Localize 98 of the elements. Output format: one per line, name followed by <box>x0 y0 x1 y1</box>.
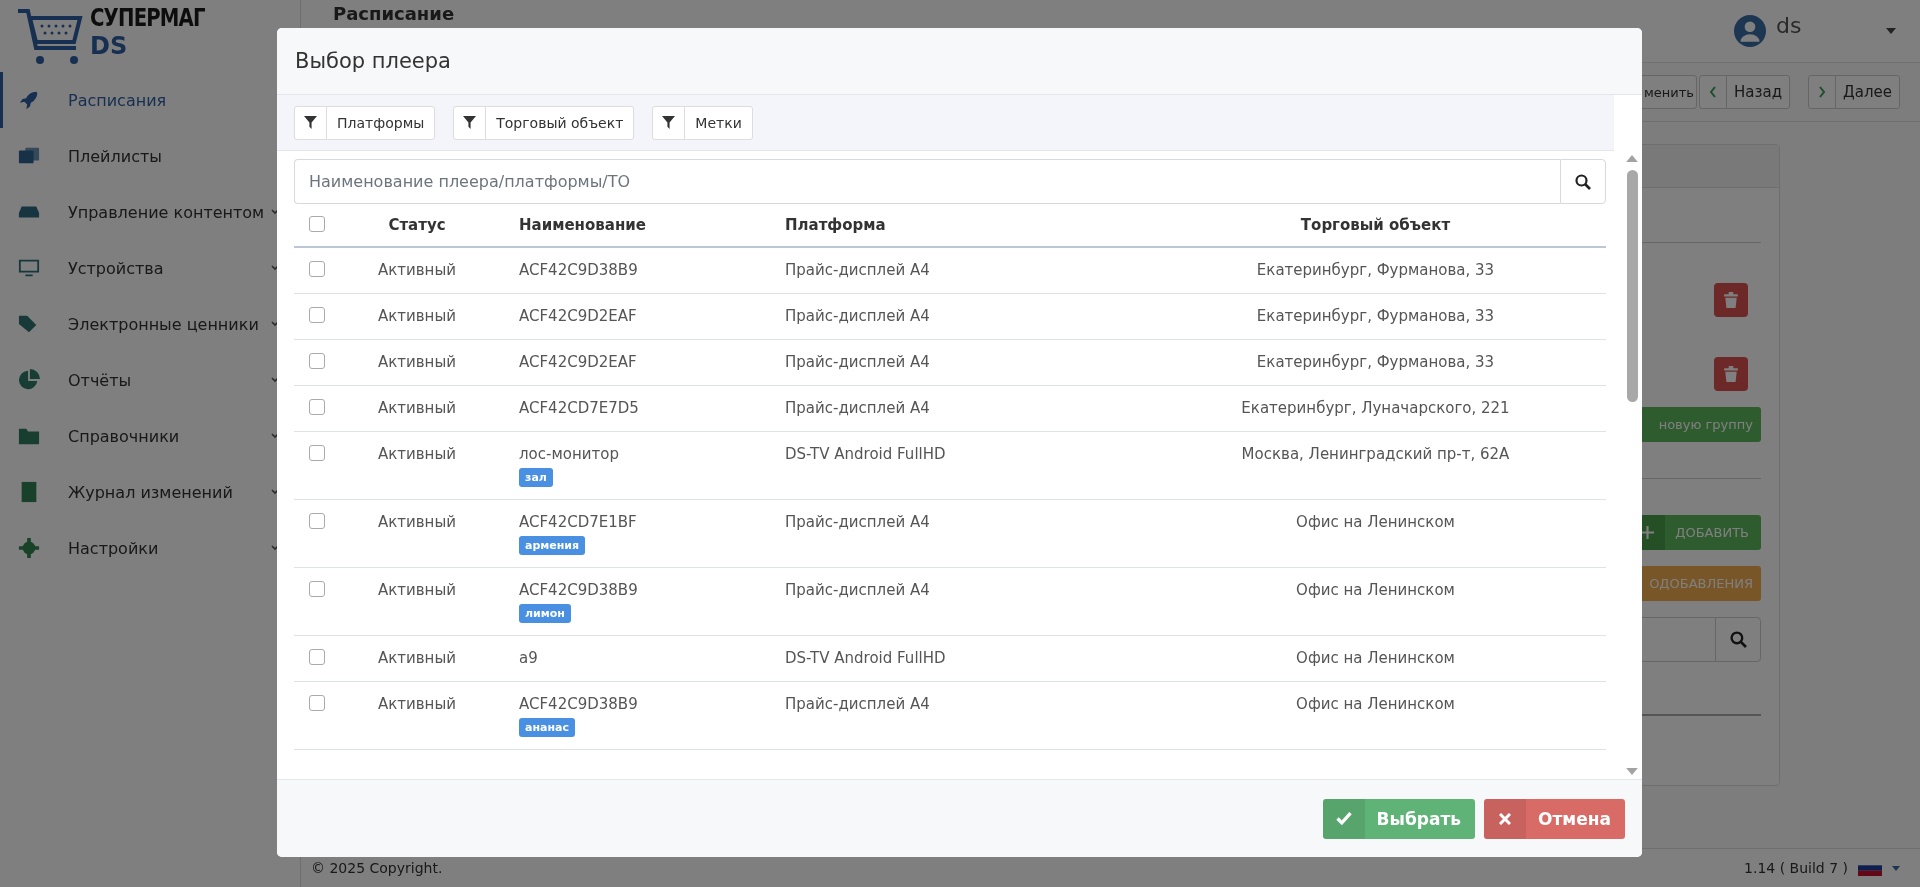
platform-text: Прайс-дисплей А4 <box>785 695 930 713</box>
cancel-button[interactable]: Отмена <box>1484 798 1625 839</box>
trash-icon <box>1724 292 1738 308</box>
toolbar-button[interactable]: Назад <box>1699 75 1791 109</box>
platform-text: Прайс-дисплей А4 <box>785 399 930 417</box>
platform-text: DS-TV Android FullHD <box>785 445 946 463</box>
player-name: ACF42CD7E1BF <box>519 513 637 531</box>
status-text: Активный <box>377 649 456 667</box>
column-header: Платформа <box>784 216 887 234</box>
player-name: ACF42C9D38B9 <box>519 695 638 713</box>
search-icon <box>1575 173 1591 190</box>
store-text: Москва, Ленинградский пр-т, 62А <box>1241 445 1510 463</box>
column-header: Торговый объект <box>1299 216 1452 234</box>
sidebar-item[interactable]: Справочники <box>0 408 300 464</box>
user-avatar-icon <box>1734 15 1766 47</box>
sidebar-item[interactable]: Устройства <box>0 240 300 296</box>
store-text: Офис на Ленинском <box>1296 649 1455 667</box>
modal-title: Выбор плеера <box>295 49 451 73</box>
filter-button[interactable]: Торговый объект <box>453 105 635 140</box>
status-text: Активный <box>377 399 456 417</box>
chevron-right-icon <box>1818 86 1827 98</box>
user-name[interactable]: ds <box>1776 12 1876 38</box>
sidebar-item[interactable]: Электронные ценники <box>0 296 300 352</box>
filter-button[interactable]: Платформы <box>294 105 436 140</box>
status-text: Активный <box>377 581 456 599</box>
sidebar-item[interactable]: Настройки <box>0 520 300 576</box>
row-checkbox[interactable] <box>309 513 325 529</box>
sidebar-item[interactable]: Журнал изменений <box>0 464 300 520</box>
player-name: ACF42C9D2EAF <box>519 353 637 371</box>
platform-text: Прайс-дисплей А4 <box>785 581 930 599</box>
scroll-down-icon[interactable] <box>1626 768 1638 775</box>
delete-button[interactable] <box>1714 283 1748 317</box>
row-checkbox[interactable] <box>309 649 325 665</box>
player-name: a9 <box>519 649 538 667</box>
caret-icon[interactable] <box>1892 865 1900 871</box>
tag-badge: армения <box>519 536 586 555</box>
store-text: Офис на Ленинском <box>1296 581 1455 599</box>
column-header: Статус <box>387 216 447 234</box>
filter-button[interactable]: Метки <box>652 105 753 140</box>
tag-badge: ананас <box>519 718 575 737</box>
row-checkbox[interactable] <box>309 445 325 461</box>
row-checkbox[interactable] <box>309 261 325 277</box>
version-text: 1.14 ( Build 7 ) <box>1744 860 1848 876</box>
store-text: Екатеринбург, Фурманова, 33 <box>1256 307 1495 325</box>
status-text: Активный <box>377 261 456 279</box>
search-icon <box>1729 631 1747 648</box>
select-button[interactable]: Выбрать <box>1322 798 1476 839</box>
status-text: Активный <box>377 353 456 371</box>
search-button[interactable] <box>1560 159 1606 204</box>
chevron-left-icon <box>1709 86 1717 98</box>
store-text: Екатеринбург, Фурманова, 33 <box>1256 261 1495 279</box>
filter-icon <box>463 116 477 129</box>
scroll-up-icon[interactable] <box>1626 155 1638 162</box>
close-icon <box>1499 812 1512 825</box>
platform-text: Прайс-дисплей А4 <box>785 261 930 279</box>
platform-text: Прайс-дисплей А4 <box>785 353 930 371</box>
player-name: ACF42C9D38B9 <box>519 261 638 279</box>
status-text: Активный <box>377 695 456 713</box>
copyright-text: © 2025 Copyright. <box>311 860 443 876</box>
player-name: ACF42C9D2EAF <box>519 307 637 325</box>
select-all-checkbox[interactable] <box>309 216 325 232</box>
tag-badge: лимон <box>519 604 571 623</box>
column-header: Наименование <box>518 216 647 234</box>
status-text: Активный <box>377 307 456 325</box>
monitor-icon <box>16 257 42 279</box>
search-field[interactable]: Наименование плеера/платформы/ТО <box>294 159 1560 204</box>
check-icon <box>1335 812 1352 825</box>
trash-icon <box>1724 366 1738 382</box>
status-text: Активный <box>377 513 456 531</box>
row-checkbox[interactable] <box>309 307 325 323</box>
platform-text: DS-TV Android FullHD <box>785 649 946 667</box>
store-text: Екатеринбург, Фурманова, 33 <box>1256 353 1495 371</box>
toolbar-button[interactable]: Далее <box>1808 75 1900 109</box>
row-checkbox[interactable] <box>309 581 325 597</box>
filter-icon <box>662 116 676 129</box>
scroll-thumb[interactable] <box>1626 170 1638 402</box>
player-name: лос-монитор <box>519 445 619 463</box>
filter-icon <box>304 116 317 129</box>
player-name: ACF42C9D38B9 <box>519 581 638 599</box>
caret-icon[interactable] <box>1886 28 1896 34</box>
row-checkbox[interactable] <box>309 353 325 369</box>
store-text: Екатеринбург, Луначарского, 221 <box>1241 399 1510 417</box>
platform-text: Прайс-дисплей А4 <box>785 307 930 325</box>
player-name: ACF42CD7E7D5 <box>519 399 639 417</box>
store-text: Офис на Ленинском <box>1296 695 1455 713</box>
logo-subtitle: DS <box>90 34 129 58</box>
store-text: Офис на Ленинском <box>1296 513 1455 531</box>
plus-icon <box>1640 526 1654 539</box>
delete-button[interactable] <box>1714 357 1748 391</box>
status-text: Активный <box>377 445 456 463</box>
sidebar-item[interactable]: Отчёты <box>0 352 300 408</box>
platform-text: Прайс-дисплей А4 <box>785 513 930 531</box>
row-checkbox[interactable] <box>309 695 325 711</box>
page-title: Расписание <box>333 3 455 24</box>
logo-title: СУПЕРМАГ <box>90 6 205 30</box>
tag-badge: зал <box>519 468 553 487</box>
row-checkbox[interactable] <box>309 399 325 415</box>
pie-icon <box>16 369 42 391</box>
